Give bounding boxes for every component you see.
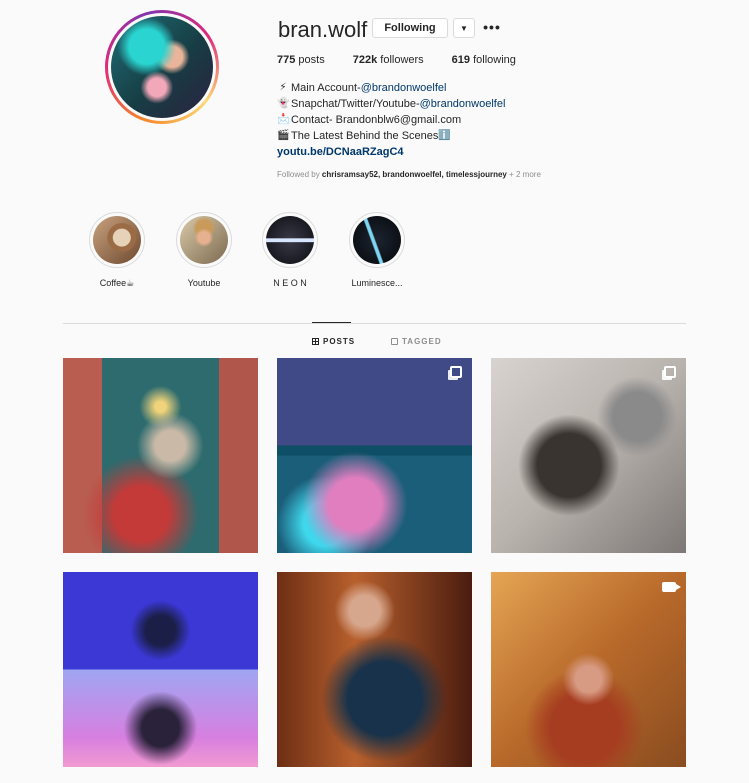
followed-by-more: + 2 more [506, 170, 541, 179]
post-thumbnail[interactable] [277, 358, 472, 553]
carousel-icon [450, 366, 462, 378]
profile-stats: 775 posts 722k followers 619 following [277, 54, 544, 66]
stat-label: followers [380, 54, 424, 66]
followed-by-prefix: Followed by [277, 170, 322, 179]
tagged-icon [391, 338, 398, 345]
tab-tagged[interactable]: TAGGED [391, 337, 442, 346]
coffee-highlight-icon [93, 216, 141, 264]
info-icon: ℹ️ [438, 130, 451, 141]
tabs-divider [63, 323, 686, 324]
active-tab-indicator [312, 322, 351, 323]
stat-followers[interactable]: 722k followers [353, 54, 424, 66]
stat-count: 619 [451, 54, 471, 66]
more-options-icon[interactable]: ••• [483, 18, 500, 36]
following-button[interactable]: Following [372, 18, 448, 38]
carousel-icon [664, 366, 676, 378]
tab-label: TAGGED [402, 337, 442, 346]
bio-text: The Latest Behind the Scenes [291, 130, 439, 142]
highlight-label: Luminesce... [351, 278, 403, 288]
highlight-ring [262, 212, 318, 268]
highlight-neon[interactable]: N E O N [262, 212, 318, 288]
highlight-youtube[interactable]: Youtube [176, 212, 232, 288]
stat-label: posts [298, 54, 325, 66]
tab-label: POSTS [323, 337, 356, 346]
suggested-dropdown-button[interactable]: ▼ [453, 18, 475, 38]
stat-count: 775 [277, 54, 296, 66]
bio-handle-link[interactable]: @brandonwoelfel [420, 96, 506, 112]
followed-by-names: chrisramsay52, brandonwoelfel, timelessj… [321, 170, 507, 179]
bio-line: 🎬 The Latest Behind the Scenes ℹ️ [277, 128, 505, 144]
clapperboard-icon: 🎬 [277, 130, 290, 141]
ghost-icon: 👻 [277, 98, 290, 109]
highlight-luminesce[interactable]: Luminesce... [349, 212, 405, 288]
profile-avatar-ring[interactable] [105, 10, 219, 124]
bio-line: youtu.be/DCNaaRZagC4 [277, 144, 505, 160]
avatar[interactable] [111, 16, 213, 118]
username: bran.wolf [278, 17, 368, 42]
avatar-inner [108, 13, 216, 121]
post-thumbnail[interactable] [491, 572, 686, 767]
bio-handle-link[interactable]: @brandonwoelfel [361, 80, 447, 96]
highlight-label: Coffee☕ [99, 278, 135, 288]
highlight-ring [89, 212, 145, 268]
post-thumbnail[interactable] [63, 358, 258, 553]
highlight-label: Youtube [187, 278, 221, 288]
bio-text: Snapchat/Twitter/Youtube- [291, 98, 420, 110]
envelope-icon: 📩 [277, 114, 290, 125]
highlight-ring [349, 212, 405, 268]
bio-line: 👻 Snapchat/Twitter/Youtube- @brandonwoel… [277, 96, 505, 112]
bio-line: ⚡ Main Account- @brandonwoelfel [277, 80, 505, 96]
youtube-highlight-icon [180, 216, 228, 264]
bio-text: Main Account- [291, 82, 361, 94]
post-thumbnail[interactable] [491, 358, 686, 553]
stat-following[interactable]: 619 following [452, 54, 516, 66]
luminesce-highlight-icon [353, 216, 401, 264]
chevron-down-icon: ▼ [460, 23, 468, 33]
followed-by-text[interactable]: Followed by chrisramsay52, brandonwoelfe… [277, 170, 541, 179]
highlight-ring [176, 212, 232, 268]
stat-posts: 775 posts [277, 54, 325, 66]
bio-website-link[interactable]: youtu.be/DCNaaRZagC4 [277, 144, 404, 160]
highlight-label: N E O N [273, 278, 307, 288]
stat-label: following [473, 54, 516, 66]
profile-bio: ⚡ Main Account- @brandonwoelfel 👻 Snapch… [277, 80, 505, 160]
video-camera-icon [662, 582, 681, 592]
stat-count: 722k [352, 54, 378, 66]
highlight-coffee[interactable]: Coffee☕ [89, 212, 145, 289]
post-thumbnail[interactable] [63, 572, 258, 767]
grid-icon [312, 338, 319, 345]
bio-text: Contact- Brandonblw6@gmail.com [291, 114, 462, 126]
lightning-icon: ⚡ [279, 82, 287, 93]
post-thumbnail[interactable] [277, 572, 472, 767]
bio-line: 📩 Contact- Brandonblw6@gmail.com [277, 112, 505, 128]
neon-highlight-icon [266, 216, 314, 264]
tab-posts[interactable]: POSTS [312, 337, 355, 346]
